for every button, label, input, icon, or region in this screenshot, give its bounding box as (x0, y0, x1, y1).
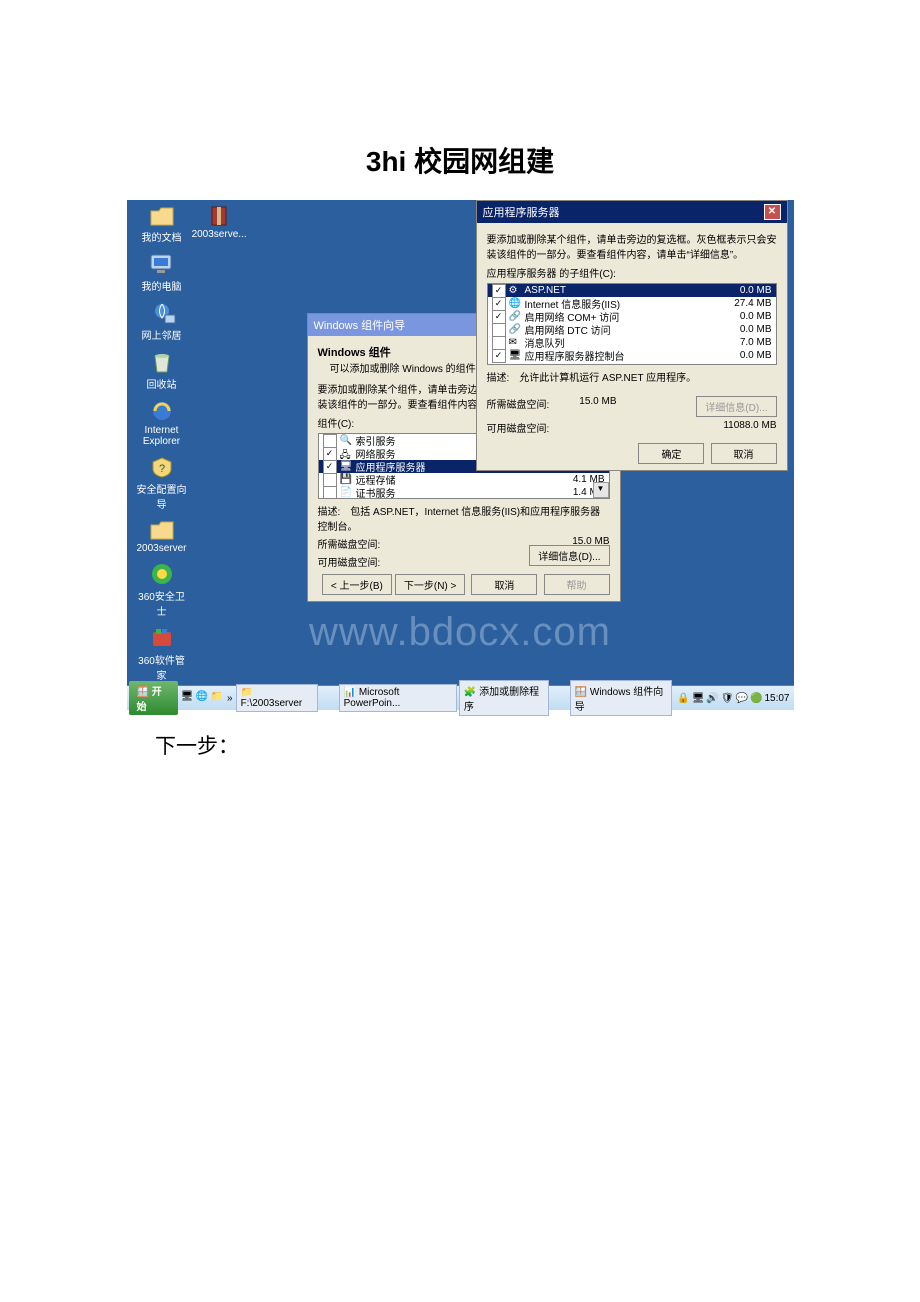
system-tray: 🔒 🖥 🔊 🛡 💬 🟢 15:07 (673, 693, 793, 704)
taskbar-path[interactable]: 📁 F:\2003server (236, 684, 318, 712)
folder-2003server-icon[interactable]: 2003server (135, 519, 189, 554)
wizard1-description: 描述: 包括 ASP.NET，Internet 信息服务(IIS)和应用程序服务… (318, 503, 610, 533)
start-button[interactable]: 🪟 开始 (129, 681, 178, 715)
back-button[interactable]: < 上一步(B) (322, 574, 392, 595)
tray-icon[interactable]: 🛡 (721, 693, 734, 704)
archive-icon[interactable]: 2003serve... (192, 205, 246, 240)
clock[interactable]: 15:07 (764, 693, 789, 704)
list-item[interactable]: 📄证书服务1.4 MB (319, 486, 609, 499)
tray-icon[interactable]: 💬 (736, 693, 748, 704)
taskbar-button[interactable]: 📊 Microsoft PowerPoin... (339, 684, 457, 712)
network-places-icon[interactable]: 网上邻居 (135, 301, 189, 342)
desktop-icons: 我的文档 2003serve... 我的电脑 网上邻居 (135, 205, 255, 685)
wizard2-titlebar: 应用程序服务器 ✕ (477, 201, 787, 223)
taskbar: 🪟 开始 🖥 🌐 📁 » 📁 F:\2003server 📊 Microsoft… (127, 685, 794, 710)
cancel-button[interactable]: 取消 (471, 574, 537, 595)
tray-icon[interactable]: 🔒 (677, 693, 689, 704)
details-button[interactable]: 详细信息(D)... (529, 545, 609, 566)
360-safe-icon[interactable]: 360安全卫士 (135, 562, 189, 618)
wizard2-list-label: 应用程序服务器 的子组件(C): (487, 265, 777, 280)
security-wizard-icon[interactable]: ? 安全配置向导 (135, 455, 189, 511)
my-computer-icon[interactable]: 我的电脑 (135, 252, 189, 293)
ok-button[interactable]: 确定 (638, 443, 704, 464)
360-soft-icon[interactable]: 360软件管家 (135, 626, 189, 682)
application-server-dialog: 应用程序服务器 ✕ 要添加或删除某个组件，请单击旁边的复选框。灰色框表示只会安装… (476, 200, 788, 471)
cancel-button[interactable]: 取消 (711, 443, 777, 464)
quicklaunch-ie-icon[interactable]: 🌐 (196, 691, 209, 705)
wizard2-instructions: 要添加或删除某个组件，请单击旁边的复选框。灰色框表示只会安装该组件的一部分。要查… (487, 231, 777, 261)
taskbar-button[interactable]: 🧩 添加或删除程序 (459, 680, 549, 716)
wizard2-component-list[interactable]: ✓⚙ASP.NET0.0 MB ✓🌐Internet 信息服务(IIS)27.4… (487, 283, 777, 365)
document-caption: 下一步： (155, 730, 920, 760)
list-item[interactable]: ✓🖥应用程序服务器控制台0.0 MB (488, 349, 776, 362)
details-button: 详细信息(D)... (696, 396, 776, 417)
recycle-bin-icon[interactable]: 回收站 (135, 350, 189, 391)
next-button[interactable]: 下一步(N) > (395, 574, 466, 595)
desktop: 我的文档 2003serve... 我的电脑 网上邻居 (127, 200, 794, 685)
tray-icon[interactable]: 🔊 (706, 693, 718, 704)
scroll-down-icon[interactable]: ▼ (593, 482, 609, 498)
quicklaunch-icon[interactable]: 📁 (211, 691, 224, 705)
help-button: 帮助 (544, 574, 610, 595)
my-documents-icon[interactable]: 我的文档 (135, 205, 189, 244)
taskbar-button[interactable]: 🪟 Windows 组件向导 (570, 680, 673, 716)
quicklaunch-icon[interactable]: 🖥 (181, 691, 194, 705)
svg-text:?: ? (158, 463, 164, 475)
tray-icon[interactable]: 🟢 (750, 693, 762, 704)
tray-icon[interactable]: 🖥 (692, 693, 705, 704)
document-title: 3hi 校园网组建 (0, 140, 920, 180)
ie-icon[interactable]: Internet Explorer (135, 399, 189, 447)
close-icon[interactable]: ✕ (764, 204, 781, 220)
wizard2-description: 描述: 允许此计算机运行 ASP.NET 应用程序。 (487, 369, 777, 384)
screenshot: 我的文档 2003serve... 我的电脑 网上邻居 (127, 200, 794, 710)
